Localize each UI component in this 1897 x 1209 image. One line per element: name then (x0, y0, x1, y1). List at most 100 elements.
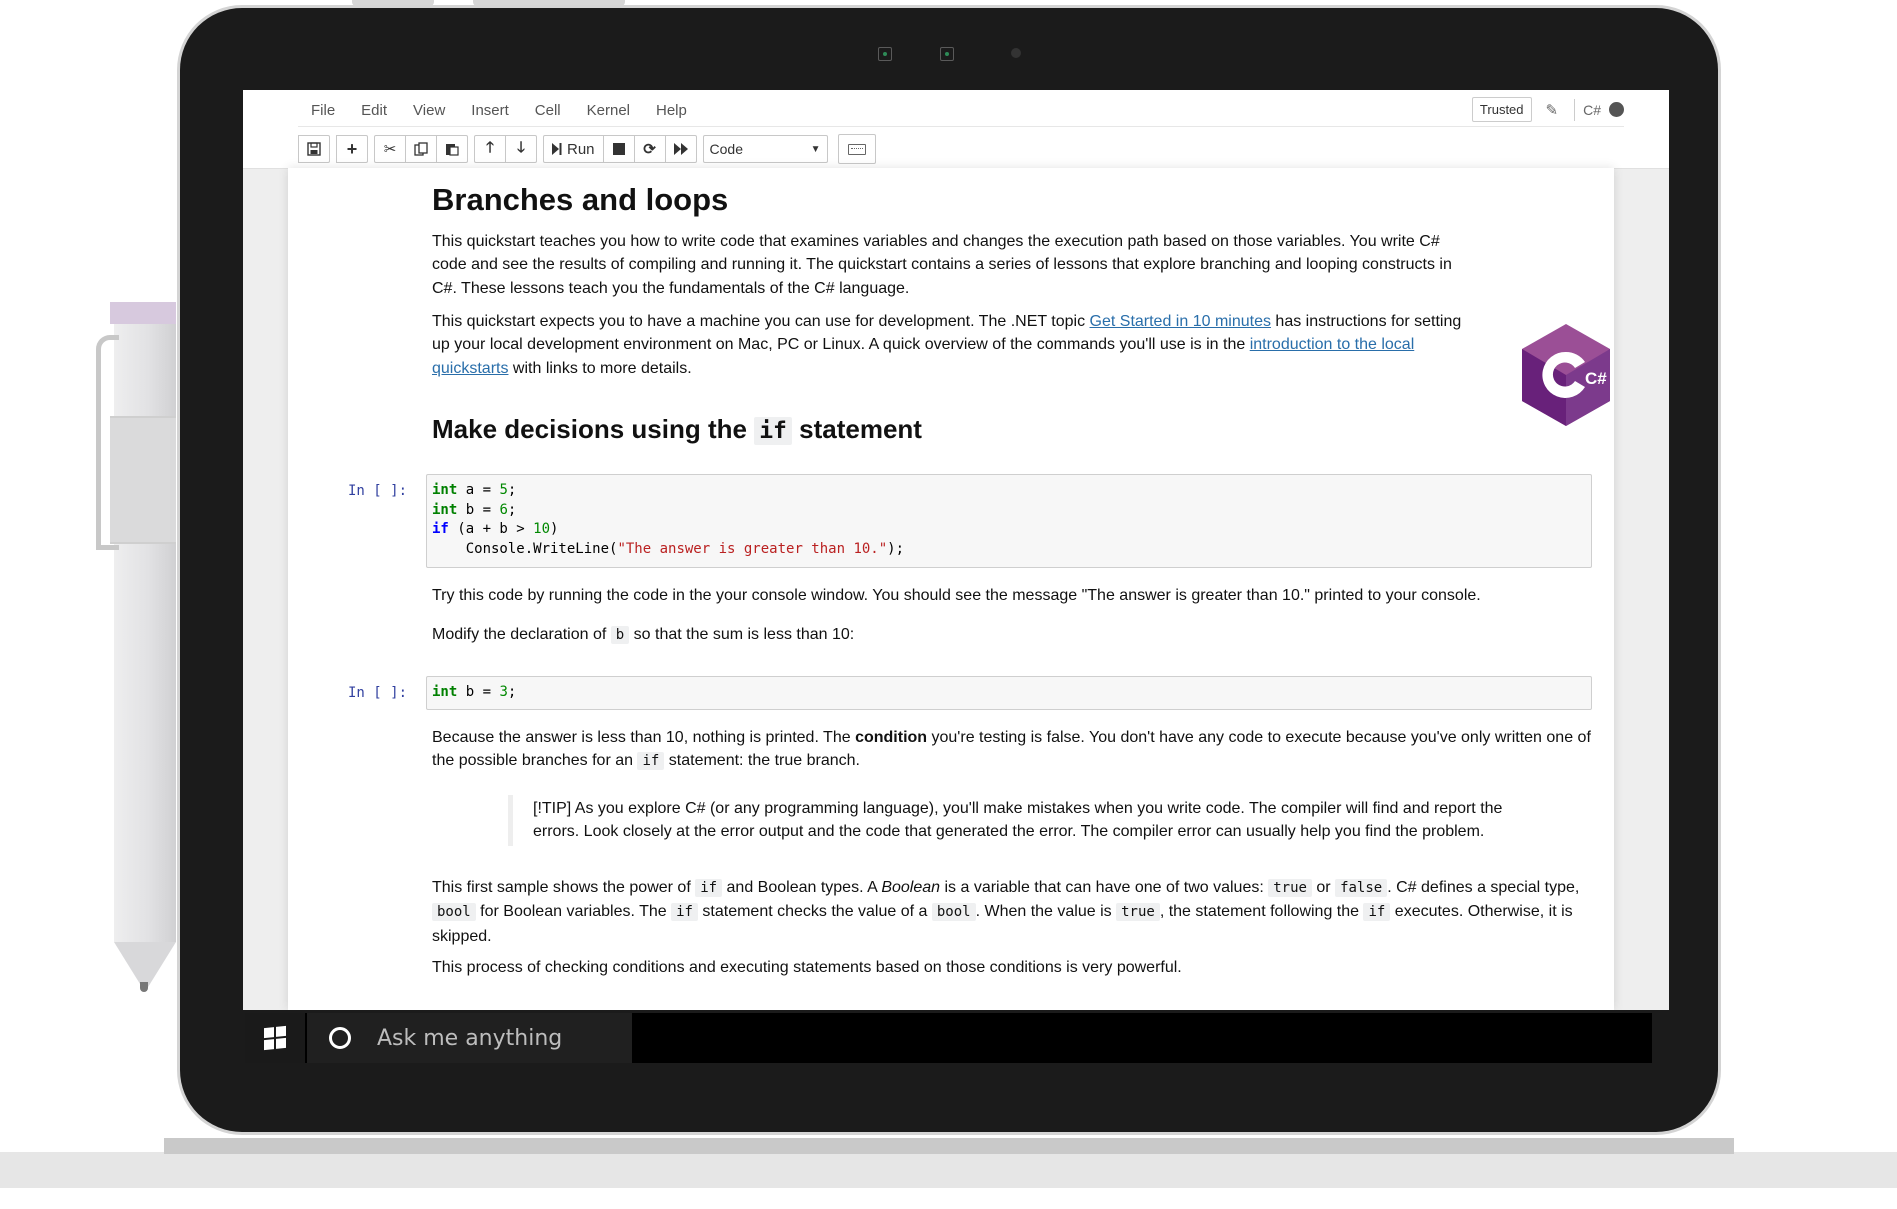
text: Make decisions using the (432, 414, 755, 444)
edit-mode-pencil-icon: ✎ (1545, 101, 1559, 119)
code-text: (a + b > (448, 521, 534, 538)
text: This first sample shows the power of (432, 879, 696, 896)
tip-blockquote: [!TIP] As you explore C# (or any program… (508, 795, 1533, 846)
inline-code: if (695, 879, 723, 897)
intro-paragraph: This quickstart teaches you how to write… (432, 233, 1452, 297)
command-palette-button[interactable] (837, 134, 876, 164)
text: so that the sum is less than 10: (629, 626, 855, 643)
run-button[interactable]: Run (543, 135, 604, 163)
inline-code: if (671, 903, 698, 922)
trusted-indicator[interactable]: Trusted (1471, 97, 1532, 122)
move-down-button[interactable]: 🡓 (505, 135, 537, 163)
code-cell[interactable]: int a = 5; int b = 6; if (a + b > 10) Co… (426, 474, 1592, 568)
arrow-down-icon: 🡓 (517, 138, 525, 156)
search-placeholder: Ask me anything (377, 1025, 563, 1051)
code-text: ; (507, 482, 517, 498)
inline-code: b (610, 626, 630, 644)
paragraph: This first sample shows the power of if … (432, 876, 1582, 948)
text: This quickstart expects you to have a ma… (432, 313, 1090, 330)
stylus-nib (140, 982, 148, 992)
markdown-cell[interactable]: This process of checking conditions and … (432, 956, 1592, 979)
inline-code: if (637, 752, 665, 771)
cortana-search-box[interactable]: Ask me anything (307, 1013, 632, 1063)
stop-icon (612, 143, 625, 155)
copy-icon (414, 142, 428, 156)
code-cell[interactable]: int b = 3; (426, 676, 1592, 710)
menu-bar: File Edit View Insert Cell Kernel Help T… (298, 94, 1624, 127)
logo-text: C# (1585, 369, 1607, 388)
stylus-band (110, 416, 176, 544)
string: "The answer is greater than 10." (617, 540, 888, 557)
menu-kernel[interactable]: Kernel (574, 102, 643, 119)
caret-down-icon: ▼ (810, 143, 821, 155)
text: statement (791, 414, 922, 444)
markdown-cell[interactable]: This quickstart expects you to have a ma… (432, 310, 1472, 380)
keyword: int (432, 482, 458, 498)
section-heading: Make decisions using the if statement (432, 414, 922, 445)
divider (1574, 98, 1576, 121)
code-line: Console.WriteLine("The answer is greater… (432, 540, 1586, 560)
paragraph: Because the answer is less than 10, noth… (432, 726, 1592, 774)
intro-paragraph-2: This quickstart expects you to have a ma… (432, 310, 1472, 380)
move-up-button[interactable]: 🡑 (474, 135, 506, 163)
markdown-cell[interactable]: This first sample shows the power of if … (432, 876, 1582, 948)
markdown-cell[interactable]: Because the answer is less than 10, noth… (432, 726, 1592, 774)
keyword: int (432, 684, 458, 700)
save-icon (307, 142, 321, 156)
paragraph: Modify the declaration of b so that the … (432, 623, 1472, 647)
kernel-name: C# (1583, 101, 1601, 118)
toolbar: + ✂ 🡑 🡓 Run ⟳ Code ▼ (298, 134, 876, 164)
save-button[interactable] (298, 135, 330, 163)
get-started-link[interactable]: Get Started in 10 minutes (1090, 313, 1271, 330)
notebook-container: Branches and loops This quickstart teach… (288, 168, 1614, 1010)
camera-sensor (878, 47, 892, 61)
code-line: int b = 3; (432, 683, 1586, 703)
interrupt-button[interactable] (602, 135, 635, 163)
laptop-top-button (352, 0, 434, 6)
notebook-status: Trusted ✎ C# (1471, 97, 1624, 122)
text: for Boolean variables. The (475, 903, 672, 921)
code-text: ) (550, 521, 559, 538)
tip-text: [!TIP] As you explore C# (or any program… (533, 800, 1503, 841)
jupyter-window: File Edit View Insert Cell Kernel Help T… (243, 90, 1669, 1010)
paste-button[interactable] (436, 135, 468, 163)
cut-button[interactable]: ✂ (374, 135, 406, 163)
laptop-base (164, 1138, 1734, 1154)
markdown-cell[interactable]: Modify the declaration of b so that the … (432, 623, 1472, 647)
notebook-header: File Edit View Insert Cell Kernel Help T… (243, 90, 1669, 169)
paste-icon (446, 144, 459, 156)
inline-code: false (1335, 879, 1388, 897)
run-label: Run (567, 140, 595, 158)
keyword: if (432, 521, 449, 538)
paragraph: Try this code by running the code in the… (432, 587, 1481, 604)
italic-text: Boolean (881, 879, 941, 896)
number: 10 (533, 521, 551, 538)
markdown-cell[interactable]: This quickstart teaches you how to write… (432, 230, 1472, 300)
cell-type-value: Code (709, 141, 743, 157)
number: 6 (499, 501, 508, 518)
menu-edit[interactable]: Edit (348, 102, 400, 119)
restart-run-all-button[interactable] (664, 135, 697, 163)
markdown-cell[interactable]: Try this code by running the code in the… (432, 584, 1592, 607)
menu-help[interactable]: Help (643, 102, 700, 119)
start-button[interactable] (245, 1013, 305, 1063)
step-forward-icon (552, 143, 562, 155)
menu-file[interactable]: File (298, 102, 348, 119)
copy-button[interactable] (405, 135, 437, 163)
insert-cell-button[interactable]: + (336, 135, 368, 163)
menu-view[interactable]: View (400, 102, 458, 119)
cell-type-select[interactable]: Code ▼ (702, 135, 828, 163)
menu-cell[interactable]: Cell (522, 102, 574, 119)
code-line: if (a + b > 10) (432, 520, 1586, 540)
code-text: ); (887, 540, 905, 557)
code-text: a = (457, 482, 500, 498)
inline-code: true (1116, 903, 1160, 922)
code-text: b = (457, 684, 500, 700)
keyword: int (432, 501, 458, 518)
code-text: b = (457, 501, 500, 518)
windows-taskbar: Ask me anything (245, 1013, 1652, 1063)
code-text: ; (507, 501, 517, 518)
restart-button[interactable]: ⟳ (633, 135, 666, 163)
text: is a variable that can have one of two v… (940, 879, 1269, 896)
menu-insert[interactable]: Insert (458, 102, 522, 119)
